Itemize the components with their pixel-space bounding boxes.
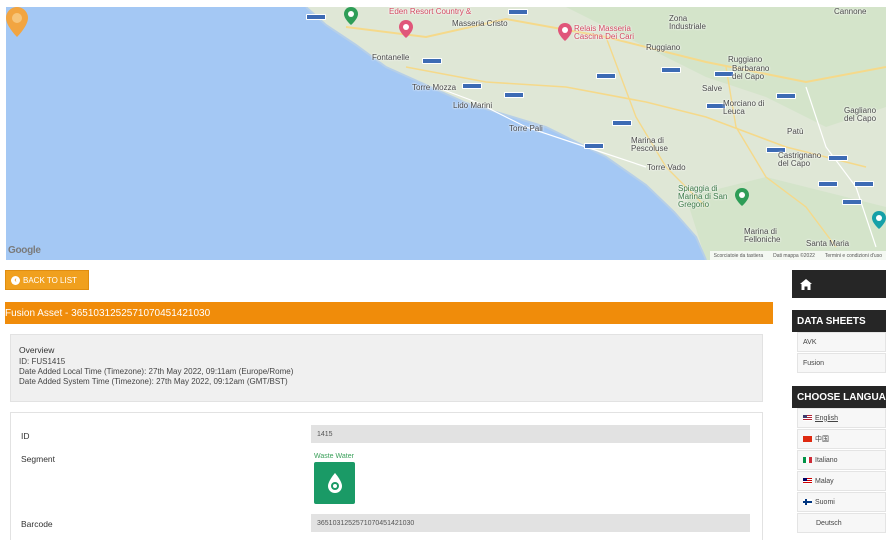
asset-location-pin-icon[interactable]: [6, 7, 28, 37]
map-label: Lido Marini: [453, 101, 493, 110]
map-label: Relais Masseria Cascina Dei Cari: [574, 24, 635, 41]
map-label: Castrignano del Capo: [778, 151, 822, 168]
map-label: Ruggiano: [646, 43, 681, 52]
pink-poi-pin-icon[interactable]: [558, 23, 572, 41]
road-shield: [596, 73, 616, 79]
data-sheet-avk[interactable]: AVK: [797, 332, 886, 352]
barcode-label: Barcode: [21, 519, 53, 529]
overview-line: Date Added System Time (Timezone): 27th …: [19, 377, 288, 386]
data-sheet-label: Fusion: [803, 359, 825, 367]
map-label: Marina di Felloniche: [744, 227, 781, 244]
finland-flag-icon: [803, 499, 812, 505]
road-shield: [776, 93, 796, 99]
keyboard-shortcuts-link[interactable]: Scorciatoie da tastiera: [714, 253, 763, 259]
road-shield: [714, 71, 734, 77]
road-shield: [508, 9, 528, 15]
map-label: Morciano di Leuca: [723, 99, 765, 116]
overview-line: ID: FUS1415: [19, 357, 66, 366]
map-label: Torre Mozza: [412, 83, 457, 92]
road-shield: [818, 181, 838, 187]
road-shield: [612, 120, 632, 126]
language-italian[interactable]: Italiano: [797, 450, 886, 470]
uk-flag-icon: [803, 415, 812, 421]
map-label: Marina di Pescoluse: [631, 136, 668, 153]
back-to-list-button[interactable]: ‹ BACK TO LIST: [5, 270, 89, 290]
language-label: Italiano: [815, 456, 838, 464]
home-icon: [800, 278, 812, 290]
water-drop-icon: [327, 473, 342, 493]
barcode-value: 3651031252571070451421030: [311, 514, 750, 532]
map-label: Fontanelle: [372, 53, 410, 62]
malaysia-flag-icon: [803, 478, 812, 484]
id-value: 1415: [311, 425, 750, 443]
map-terrain: [305, 7, 886, 260]
road-shield: [854, 181, 874, 187]
map-label: Cannone: [834, 7, 867, 16]
asset-title-bar: Fusion Asset - 3651031252571070451421030: [5, 302, 773, 324]
language-label: 中国: [815, 436, 829, 443]
china-flag-icon: [803, 436, 812, 442]
road-shield: [661, 67, 681, 73]
map-label: Patù: [787, 127, 804, 136]
map-label: Ruggiano: [728, 55, 763, 64]
map-label: Barbarano del Capo: [732, 64, 770, 81]
map-label: Eden Resort Country &: [389, 7, 472, 16]
data-sheet-fusion[interactable]: Fusion: [797, 353, 886, 373]
road-shield: [828, 155, 848, 161]
overview-panel: Overview ID: FUS1415 Date Added Local Ti…: [10, 334, 763, 402]
road-shield: [504, 92, 524, 98]
back-to-list-label: BACK TO LIST: [23, 275, 77, 285]
map-label: Torre Pali: [509, 124, 543, 133]
terms-link[interactable]: Termini e condizioni d'uso: [825, 253, 882, 259]
map-label: Torre Vado: [647, 163, 686, 172]
data-sheets-heading: DATA SHEETS: [792, 310, 886, 332]
teal-poi-pin-icon[interactable]: [872, 211, 886, 229]
asset-title: Fusion Asset - 3651031252571070451421030: [5, 307, 211, 319]
italy-flag-icon: [803, 457, 812, 463]
map-attribution-bar: Scorciatoie da tastiera Dati mappa ©2022…: [709, 251, 886, 260]
road-shield: [584, 143, 604, 149]
map-label: Santa Maria: [806, 239, 850, 248]
language-label: Deutsch: [816, 519, 842, 527]
language-german[interactable]: Deutsch: [797, 513, 886, 533]
map-data-credit: Dati mappa ©2022: [773, 252, 815, 259]
data-sheet-label: AVK: [803, 338, 817, 346]
language-label: Suomi: [815, 498, 835, 506]
home-button[interactable]: [792, 270, 886, 298]
segment-label: Segment: [21, 454, 56, 464]
segment-link[interactable]: Waste Water: [314, 453, 354, 460]
language-english[interactable]: English: [797, 408, 886, 428]
map-label: Salve: [702, 84, 723, 93]
map-label: Gagliano del Capo: [844, 106, 877, 123]
road-shield: [842, 199, 862, 205]
location-map[interactable]: Eden Resort Country & Masseria Cristo Re…: [6, 7, 886, 260]
green-poi-pin-icon[interactable]: [344, 7, 358, 25]
language-finnish[interactable]: Suomi: [797, 492, 886, 512]
waste-water-segment-tile[interactable]: [314, 462, 355, 504]
overview-line: Date Added Local Time (Timezone): 27th M…: [19, 367, 294, 376]
language-chinese[interactable]: 中国: [797, 429, 886, 449]
language-malay[interactable]: Malay: [797, 471, 886, 491]
map-label: Spiaggia di Marina di San Gregorio: [678, 184, 728, 209]
language-label: Malay: [815, 477, 834, 485]
asset-details-panel: ID 1415 Segment Waste Water Barcode 3651…: [10, 412, 763, 540]
back-arrow-icon: ‹: [11, 275, 20, 285]
overview-title: Overview: [19, 345, 55, 355]
road-shield: [462, 83, 482, 89]
green-poi-pin-icon[interactable]: [735, 188, 749, 206]
pink-poi-pin-icon[interactable]: [399, 20, 413, 38]
choose-language-heading: CHOOSE LANGUAGE: [792, 386, 886, 408]
language-label: English: [815, 414, 838, 422]
map-label: Zona Industriale: [669, 14, 706, 31]
google-logo: Google: [8, 245, 41, 256]
id-label: ID: [21, 431, 30, 441]
map-label: Masseria Cristo: [452, 19, 508, 28]
road-shield: [306, 14, 326, 20]
road-shield: [422, 58, 442, 64]
